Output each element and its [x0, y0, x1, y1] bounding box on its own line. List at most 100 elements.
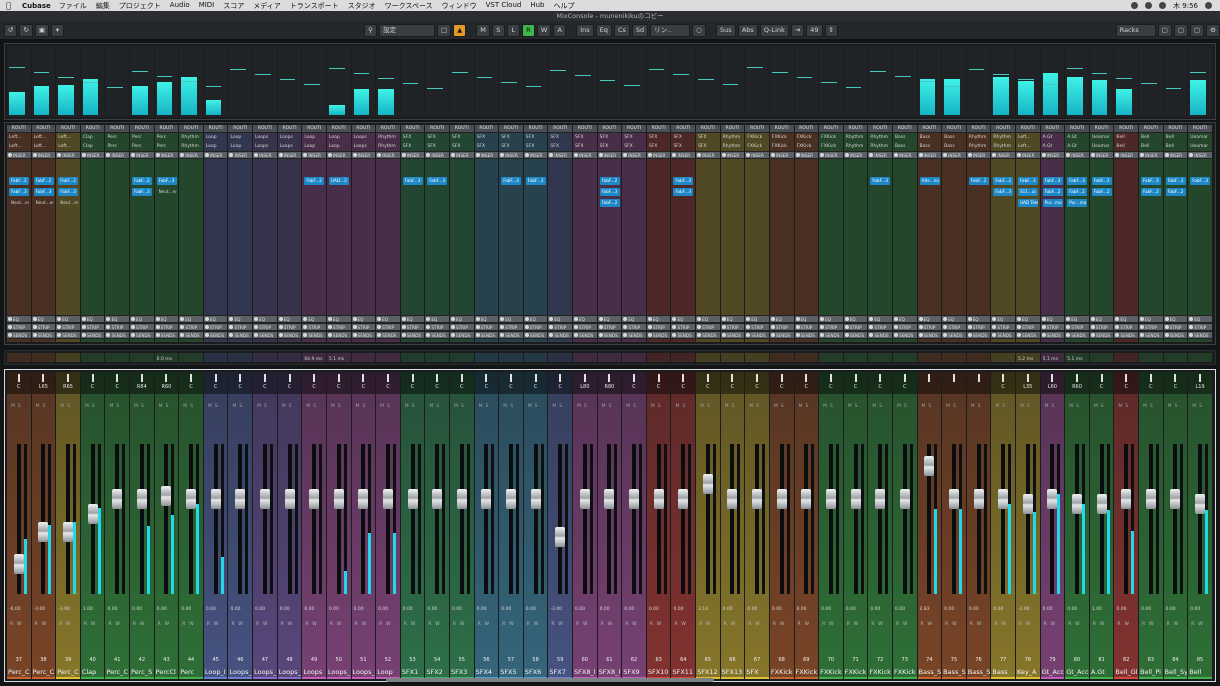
search-icon[interactable]	[1205, 2, 1212, 9]
inserts-header[interactable]: INSER	[449, 151, 474, 159]
eq-header[interactable]: EQ	[31, 315, 56, 323]
sends-header[interactable]: SENDS	[105, 331, 130, 339]
eq-header[interactable]: EQ	[769, 315, 794, 323]
volume-readout[interactable]: 1.00	[1092, 607, 1102, 612]
fader-track[interactable]	[558, 444, 563, 594]
sends-header[interactable]: SENDS	[351, 331, 376, 339]
mute-solo-buttons[interactable]: MS	[1069, 404, 1082, 409]
channel-name[interactable]: Loops_	[253, 668, 277, 676]
output-routing[interactable]: Rhythm	[868, 142, 892, 151]
routing-button[interactable]: ROUTI	[991, 125, 1015, 133]
pan-knob[interactable]	[91, 374, 94, 382]
sends-header[interactable]: SENDS	[1114, 331, 1139, 339]
inserts-header[interactable]: INSER	[1040, 151, 1065, 159]
inserts-header[interactable]: INSER	[597, 151, 622, 159]
strip-header[interactable]: STRIP	[843, 323, 868, 331]
inserts-header[interactable]: INSER	[7, 151, 31, 159]
strip-header[interactable]: STRIP	[449, 323, 474, 331]
read-write-buttons[interactable]: RW	[35, 622, 50, 627]
fader-track[interactable]	[336, 444, 341, 594]
fit-icon[interactable]: ⇕	[824, 23, 838, 37]
pan-knob[interactable]	[559, 374, 562, 382]
inserts-header[interactable]: INSER	[1139, 151, 1163, 159]
sends-header[interactable]: SENDS	[597, 331, 622, 339]
pan-knob[interactable]	[214, 374, 217, 382]
insert-plugin[interactable]: FabF...2	[132, 177, 153, 185]
read-write-buttons[interactable]: RW	[1019, 622, 1034, 627]
fader-handle[interactable]	[456, 489, 467, 509]
fader-track[interactable]	[287, 444, 292, 594]
output-routing[interactable]: SFX	[647, 142, 671, 151]
insert-plugin[interactable]: FabF...3	[1042, 177, 1063, 185]
fader-handle[interactable]	[1170, 489, 1181, 509]
insert-plugin[interactable]: S11...ai	[1017, 188, 1038, 196]
routing-button[interactable]: ROUTI	[130, 125, 154, 133]
pan-knob[interactable]	[140, 374, 143, 382]
menu-item[interactable]: プロジェクト	[119, 1, 161, 11]
output-routing[interactable]: Rhythm	[179, 142, 203, 151]
fader-handle[interactable]	[63, 522, 74, 542]
routing-button[interactable]: ROUTI	[1114, 125, 1139, 133]
output-routing[interactable]: SFX	[401, 142, 425, 151]
mute-solo-buttons[interactable]: MS	[897, 404, 910, 409]
lock-icon[interactable]: ▲	[453, 23, 467, 37]
routing-button[interactable]: ROUTI	[819, 125, 843, 133]
clock[interactable]: 木 9:56	[1173, 1, 1198, 11]
strip-header[interactable]: STRIP	[523, 323, 548, 331]
input-routing[interactable]: SFX	[475, 133, 499, 142]
pan-control[interactable]: R60	[1065, 372, 1089, 394]
fader-track[interactable]	[484, 444, 489, 594]
input-routing[interactable]: Perc	[105, 133, 129, 142]
eq-header[interactable]: EQ	[179, 315, 203, 323]
fader-handle[interactable]	[924, 456, 935, 476]
inserts-header[interactable]: INSER	[868, 151, 892, 159]
volume-readout[interactable]: 3.14	[698, 607, 708, 612]
channel-name[interactable]: SFX11	[671, 668, 695, 676]
input-routing[interactable]: Bass	[942, 133, 966, 142]
output-routing[interactable]: Rhythm	[991, 142, 1015, 151]
channel-name[interactable]: Bell_Gl	[1114, 668, 1138, 676]
routing-button[interactable]: ROUTI	[720, 125, 745, 133]
pan-knob[interactable]	[731, 374, 734, 382]
input-routing[interactable]: SFX	[573, 133, 597, 142]
fader-handle[interactable]	[432, 489, 443, 509]
insert-plugin[interactable]: Neut...er	[157, 188, 177, 196]
inserts-header[interactable]: INSER	[277, 151, 302, 159]
fader-handle[interactable]	[1096, 493, 1107, 514]
volume-readout[interactable]: 0.00	[403, 607, 413, 612]
routing-button[interactable]: ROUTI	[80, 125, 105, 133]
inserts-header[interactable]: INSER	[302, 151, 326, 159]
inserts-header[interactable]: INSER	[1163, 151, 1188, 159]
channel-name[interactable]: Loops	[302, 668, 326, 676]
fader-handle[interactable]	[530, 489, 541, 509]
mute-solo-buttons[interactable]: MS	[749, 404, 762, 409]
sends-header[interactable]: SENDS	[1040, 331, 1065, 339]
routing-button[interactable]: ROUTI	[523, 125, 548, 133]
volume-readout[interactable]: 0.00	[1067, 607, 1077, 612]
sends-header[interactable]: SENDS	[1139, 331, 1163, 339]
input-routing[interactable]: Rhythm	[991, 133, 1015, 142]
insert-plugin[interactable]: FabF...3	[673, 177, 694, 185]
strip-header[interactable]: STRIP	[622, 323, 646, 331]
routing-button[interactable]: ROUTI	[277, 125, 302, 133]
fader-track[interactable]	[656, 444, 661, 594]
mute-solo-buttons[interactable]: MS	[208, 404, 221, 409]
output-routing[interactable]: Perc	[130, 142, 154, 151]
routing-button[interactable]: ROUTI	[449, 125, 474, 133]
fader-track[interactable]	[213, 444, 218, 594]
volume-readout[interactable]: 0.00	[969, 607, 979, 612]
inserts-header[interactable]: INSER	[253, 151, 277, 159]
insert-plugin[interactable]: FabF...3	[9, 188, 29, 196]
mute-solo-buttons[interactable]: MS	[85, 404, 98, 409]
strip-header[interactable]: STRIP	[966, 323, 991, 331]
read-write-buttons[interactable]: RW	[256, 622, 271, 627]
channel-range-icon[interactable]: ⇥	[790, 23, 805, 37]
output-routing[interactable]: FXKick	[819, 142, 843, 151]
pan-control[interactable]: C	[523, 372, 548, 394]
menu-item[interactable]: ファイル	[59, 1, 87, 11]
fader-track[interactable]	[41, 444, 46, 594]
mute-button[interactable]: M	[476, 23, 490, 37]
read-write-buttons[interactable]: RW	[502, 622, 517, 627]
fader-handle[interactable]	[481, 489, 492, 509]
eq-toggle[interactable]: Eq	[595, 23, 612, 37]
